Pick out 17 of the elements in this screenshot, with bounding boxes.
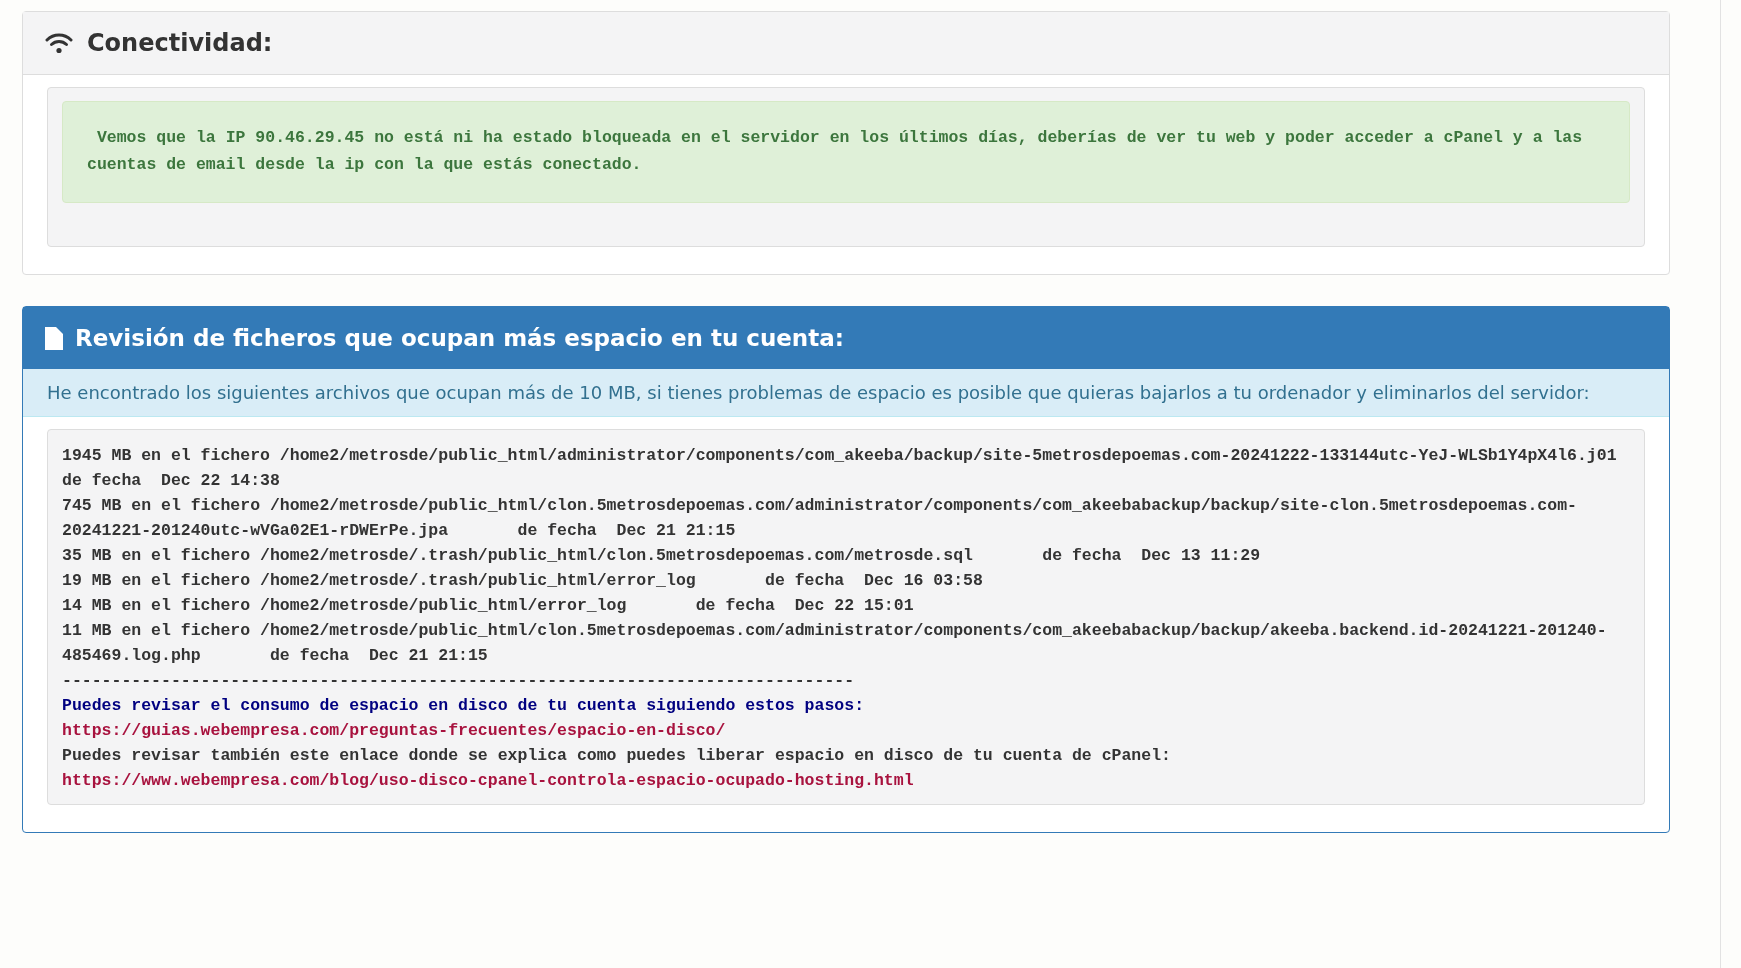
tip-text: Puedes revisar también este enlace donde se explica como puedes liberar espacio en disco de tu cuenta de cPanel:: [62, 745, 1172, 767]
success-message: Vemos que la IP 90.46.29.45 no está ni ha estado bloqueada en el servidor en los últimos días, deberías de ver tu web y poder acceder a cPanel y a las cuentas de email desde la ip con la que estás conectado.: [62, 101, 1630, 203]
help-link[interactable]: https://www.webempresa.com/blog/uso-disco-cpanel-controla-espacio-ocupado-hosting.html: [62, 771, 914, 790]
wifi-icon: [45, 32, 73, 54]
file-entry: 35 MB en el fichero /home2/metrosde/.trash/public_html/clon.5metrosdepoemas.com/metrosde.sql de fecha Dec 13 11:29: [62, 545, 1262, 567]
file-entry: 14 MB en el fichero /home2/metrosde/public_html/error_log de fecha Dec 22 15:01: [62, 595, 915, 617]
tip-heading: Puedes revisar el consumo de espacio en disco de tu cuenta siguiendo estos pasos:: [62, 695, 866, 717]
file-entry: 11 MB en el fichero /home2/metrosde/public_html/clon.5metrosdepoemas.com/administrator/components/com_akeebabackup/backup/akeeba.backend.id-20241221-201240-485469.log.php de fecha Dec 21 21:15: [62, 620, 1608, 667]
file-entry: 1945 MB en el fichero /home2/metrosde/public_html/administrator/components/com_akeeba/backup/site-5metrosdepoemas.com-20241222-133144utc-YeJ-WLSb1Y4pX4l6.j01 de fecha Dec 22 14:38: [62, 445, 1618, 492]
panel-title: Conectividad:: [87, 29, 273, 57]
document-icon: [45, 326, 63, 350]
file-entry: 19 MB en el fichero /home2/metrosde/.trash/public_html/error_log de fecha Dec 16 03:58: [62, 570, 984, 592]
info-message: He encontrado los siguientes archivos que ocupan más de 10 MB, si tienes problemas de espacio es posible que quieras bajarlos a tu ordenador y eliminarlos del servidor:: [23, 369, 1669, 417]
separator-line: --------------------------------------------------------------------------------: [62, 670, 856, 692]
help-link[interactable]: https://guias.webempresa.com/preguntas-frecuentes/espacio-en-disco/: [62, 721, 726, 740]
file-entry: 745 MB en el fichero /home2/metrosde/public_html/clon.5metrosdepoemas.com/administrator/components/com_akeebabackup/backup/site-clon.5metrosdepoemas.com-20241221-201240utc-wVGa02E1-rDWErPe.jpa de fecha Dec 21 21:15: [62, 495, 1578, 542]
panel-title: Revisión de ficheros que ocupan más espacio en tu cuenta:: [75, 325, 844, 351]
